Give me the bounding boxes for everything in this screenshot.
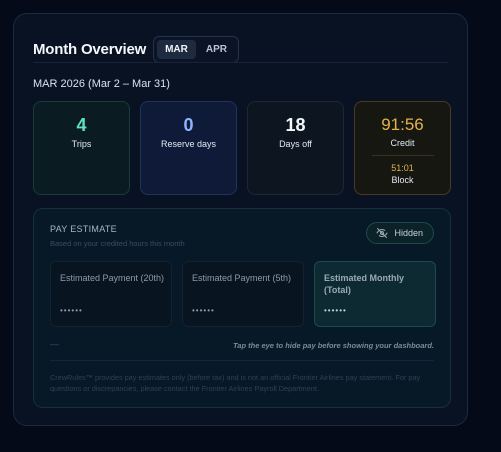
credit-divider (371, 155, 434, 156)
stat-trips-value: 4 (76, 115, 87, 135)
estimate-card-total: Estimated Monthly (Total) •••••• (314, 261, 436, 327)
pay-estimate-subtitle: Based on your credited hours this month (50, 239, 185, 248)
estimate-total-value: •••••• (324, 306, 347, 315)
stat-trips: 4 Trips (33, 101, 130, 195)
stat-credit-label: Credit (390, 138, 415, 148)
stat-reserve-value: 0 (183, 115, 194, 135)
stat-days-off: 18 Days off (247, 101, 344, 195)
eye-off-icon (376, 228, 388, 238)
estimate-total-label: Estimated Monthly (Total) (324, 273, 405, 295)
estimate-card-5th: Estimated Payment (5th) •••••• (182, 261, 304, 327)
stats-row: 4 Trips 0 Reserve days 18 Days off 91:56… (33, 101, 451, 195)
stat-block-label: Block (391, 175, 414, 185)
hide-pay-toggle-label: Hidden (394, 228, 423, 238)
estimate-5th-label: Estimated Payment (5th) (192, 273, 292, 283)
pay-hint: Tap the eye to hide pay before showing y… (232, 341, 434, 350)
period-label: MAR 2026 (Mar 2 – Mar 31) (33, 78, 170, 90)
estimate-row: Estimated Payment (20th) •••••• Estimate… (50, 261, 436, 327)
pay-estimate-title: PAY ESTIMATE (50, 224, 117, 234)
estimate-20th-label: Estimated Payment (20th) (60, 273, 165, 283)
month-tab-mar[interactable]: MAR (157, 40, 196, 59)
pay-divider (50, 360, 434, 361)
estimate-20th-value: •••••• (60, 306, 83, 315)
stat-trips-label: Trips (71, 139, 92, 149)
pay-dash: — (50, 339, 59, 349)
stat-credit: 91:56 Credit 51:01 Block (354, 101, 451, 195)
stat-reserve: 0 Reserve days (140, 101, 237, 195)
stat-block-value: 51:01 (391, 163, 414, 173)
hide-pay-toggle-button[interactable]: Hidden (366, 222, 434, 244)
page-title: Month Overview (33, 41, 147, 58)
stat-days-off-label: Days off (279, 139, 312, 149)
pay-estimate-panel: PAY ESTIMATE Based on your credited hour… (33, 208, 451, 408)
month-toggle: MAR APR (153, 36, 239, 63)
stat-days-off-value: 18 (285, 115, 306, 135)
month-tab-apr[interactable]: APR (198, 40, 235, 59)
pay-disclaimer: CrewRules™ provides pay estimates only (… (50, 373, 421, 393)
estimate-5th-value: •••••• (192, 306, 215, 315)
header-divider (33, 62, 448, 63)
estimate-card-20th: Estimated Payment (20th) •••••• (50, 261, 172, 327)
stat-reserve-label: Reserve days (160, 139, 217, 149)
card-header: Month Overview MAR APR (33, 36, 239, 63)
month-overview-card: Month Overview MAR APR MAR 2026 (Mar 2 –… (13, 13, 468, 426)
stat-credit-value: 91:56 (381, 115, 424, 134)
